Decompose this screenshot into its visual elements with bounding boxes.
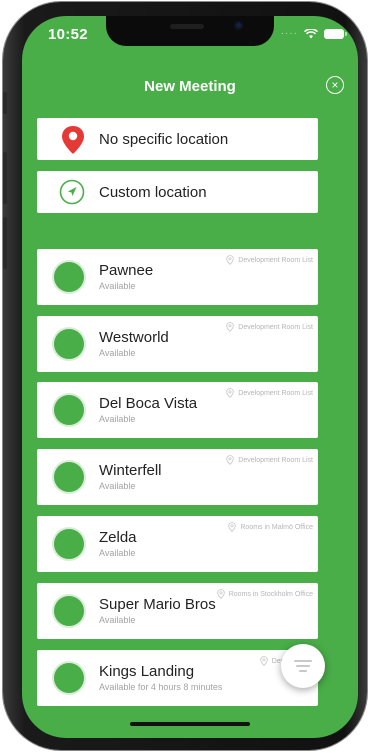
availability-indicator: [54, 663, 84, 693]
battery-icon: [324, 29, 347, 39]
location-label: Custom location: [99, 184, 207, 201]
no-specific-location-option[interactable]: No specific location: [37, 118, 318, 160]
close-button[interactable]: ×: [326, 76, 344, 94]
filter-icon-line: [299, 670, 307, 672]
room-list-label: Rooms in Malmö Office: [228, 522, 313, 532]
room-list-name: Development Room List: [238, 256, 313, 264]
room-item[interactable]: Zelda Available Rooms in Malmö Office: [37, 516, 318, 572]
location-pin-icon: [226, 322, 234, 332]
notch: [106, 16, 274, 46]
room-item[interactable]: Winterfell Available Development Room List: [37, 449, 318, 505]
room-list-label: Development Room List: [226, 255, 313, 265]
availability-indicator: [54, 262, 84, 292]
volume-up-button: [3, 152, 7, 204]
volume-down-button: [3, 217, 7, 269]
room-status: Available: [99, 548, 136, 558]
app-screen: 10:52 ···· New Meeting × No specific loc…: [22, 16, 358, 738]
availability-indicator: [54, 395, 84, 425]
room-list-label: Rooms in Stockholm Office: [217, 589, 313, 599]
home-indicator[interactable]: [130, 722, 250, 726]
front-camera: [234, 21, 243, 30]
room-item[interactable]: Del Boca Vista Available Development Room …: [37, 382, 318, 438]
location-pin-icon: [226, 388, 234, 398]
status-icons: ····: [280, 28, 347, 39]
room-list-name: Development Room List: [238, 389, 313, 397]
phone-frame: 10:52 ···· New Meeting × No specific loc…: [3, 2, 367, 750]
room-list-name: Rooms in Malmö Office: [240, 523, 313, 531]
wifi-icon: [304, 29, 318, 39]
room-status: Available: [99, 414, 136, 424]
location-pin-icon: [217, 589, 225, 599]
room-status: Available for 4 hours 8 minutes: [99, 682, 223, 692]
location-pin-icon: [226, 455, 234, 465]
location-pin-icon: [226, 255, 234, 265]
room-status: Available: [99, 281, 136, 291]
navigation-arrow-icon: [59, 179, 85, 205]
room-status: Available: [99, 615, 136, 625]
room-list-name: Development Room List: [238, 456, 313, 464]
room-name: Westworld: [99, 329, 169, 346]
room-status: Available: [99, 348, 136, 358]
room-name: Super Mario Bros: [99, 596, 216, 613]
speaker: [170, 24, 204, 29]
room-list-label: Development Room List: [226, 322, 313, 332]
location-label: No specific location: [99, 131, 229, 148]
availability-indicator: [54, 529, 84, 559]
map-pin-icon: [62, 126, 84, 154]
room-list-label: Development Room List: [226, 388, 313, 398]
room-item[interactable]: Pawnee Available Development Room List: [37, 249, 318, 305]
filter-icon-line: [296, 665, 310, 667]
room-status: Available: [99, 481, 136, 491]
availability-indicator: [54, 329, 84, 359]
availability-indicator: [54, 596, 84, 626]
room-name: Winterfell: [99, 462, 162, 479]
availability-indicator: [54, 462, 84, 492]
page-title: New Meeting: [144, 78, 236, 95]
room-name: Zelda: [99, 529, 137, 546]
room-item[interactable]: Westworld Available Development Room List: [37, 316, 318, 372]
room-name: Pawnee: [99, 262, 154, 279]
room-name: Kings Landing: [99, 663, 195, 680]
room-item[interactable]: Super Mario Bros Available Rooms in Stockh…: [37, 583, 318, 639]
filter-button[interactable]: [281, 644, 325, 688]
custom-location-option[interactable]: Custom location: [37, 171, 318, 213]
filter-icon: [294, 660, 312, 662]
signal-dots-icon: ····: [280, 28, 298, 39]
room-list-label: Development Room List: [226, 455, 313, 465]
location-pin-icon: [228, 522, 237, 532]
location-pin-icon: [260, 656, 268, 666]
mute-switch: [3, 92, 7, 114]
room-list-name: Rooms in Stockholm Office: [228, 590, 313, 598]
status-time: 10:52: [48, 26, 88, 43]
room-name: Del Boca Vista: [99, 395, 198, 412]
room-item[interactable]: Kings Landing Available for 4 hours 8 min…: [37, 650, 318, 706]
room-list-name: Development Room List: [238, 323, 313, 331]
